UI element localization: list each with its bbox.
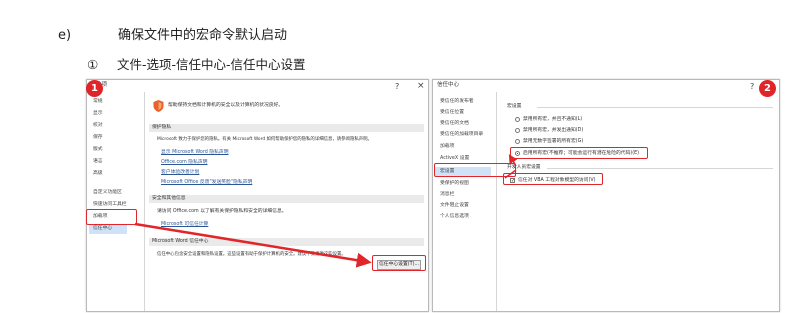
- annotation-arrows: [134, 154, 518, 268]
- arrow-to-enable-all: [508, 154, 518, 167]
- arrow-connector: [504, 169, 517, 179]
- arrow-to-trust-settings: [134, 222, 372, 268]
